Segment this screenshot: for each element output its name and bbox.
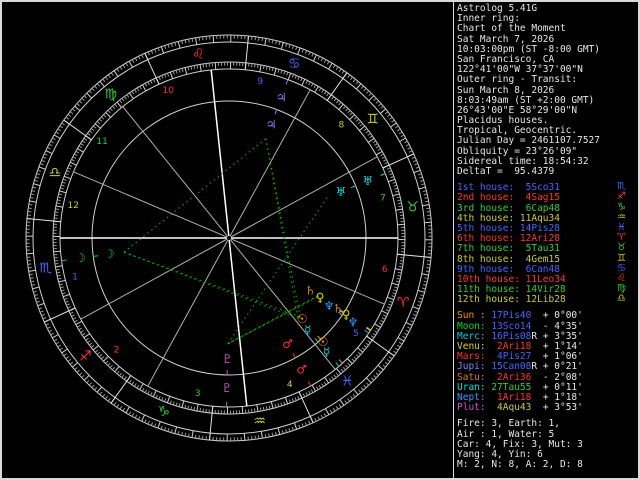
svg-text:☉: ☉	[297, 312, 308, 326]
info-sidebar: Astrolog 5.41G Inner ring: Chart of the …	[457, 3, 636, 476]
svg-text:4: 4	[287, 380, 293, 390]
svg-text:♃: ♃	[276, 90, 287, 104]
svg-text:♈: ♈	[397, 295, 410, 311]
svg-text:♑: ♑	[158, 404, 171, 420]
svg-text:♅: ♅	[362, 174, 373, 188]
svg-text:♐: ♐	[79, 348, 92, 364]
svg-text:7: 7	[380, 194, 386, 204]
planet-label: Plut:	[457, 402, 492, 414]
svg-text:♆: ♆	[324, 299, 335, 313]
summary-line: Fire: 3, Earth: 1,	[457, 418, 560, 430]
svg-text:☽: ☽	[104, 247, 115, 261]
planet-row: Plut: 4Aqu43 + 3°53'	[457, 403, 636, 413]
svg-text:10: 10	[162, 86, 174, 96]
sidebar-divider	[453, 2, 454, 478]
chart-wheel: ♈♉♊♋♌♍♎♏♐♑♒♓123456789101112♆♀♄♅♃☽♇♂☿☉♆♀♄…	[25, 34, 433, 442]
svg-text:♇: ♇	[222, 352, 233, 366]
info-line: DeltaT = 95.4379	[457, 166, 555, 177]
house-row: 12th house: 12Lib28 ♎	[457, 293, 636, 306]
svg-text:♅: ♅	[336, 185, 347, 199]
sign-glyph: ♎	[617, 293, 626, 305]
svg-text:1: 1	[72, 273, 78, 283]
house-list: 1st house: 5Sco31 ♏ 2nd house: 4Sag15 ♐ 3rd …	[457, 181, 636, 306]
svg-text:♄: ♄	[305, 284, 316, 298]
svg-text:♍: ♍	[104, 86, 117, 102]
svg-text:6: 6	[382, 265, 388, 275]
svg-text:♂: ♂	[282, 337, 293, 351]
svg-text:11: 11	[96, 137, 107, 147]
svg-text:12: 12	[67, 201, 78, 211]
planet-list: Sun : 17Pis40 + 0°00' Moon: 13Sco14 - 4°3…	[457, 311, 636, 413]
svg-text:8: 8	[339, 121, 345, 131]
house-label: 12th house:	[457, 294, 526, 306]
svg-text:♂: ♂	[296, 362, 307, 376]
svg-text:♋: ♋	[288, 56, 301, 72]
svg-text:♒: ♒	[253, 414, 266, 430]
astrolog-window: ♈ ♉ ♊ ♋ ♌ ♍ ♎ ♏ ♐ ♑ ♒ ♓ 1 2 3 4 5 6 7 8 9 10 11 12 ♆ ♀ ♄ ♅ ♃ ☽ ♇ ♂ ☿ ☉ ♆ ♀ ♄…	[0, 0, 640, 480]
info-line: Outer ring - Transit:	[457, 74, 578, 86]
svg-text:♀: ♀	[316, 291, 325, 305]
element-summary: Fire: 3, Earth: 1, Air : 1, Water: 5 Car…	[457, 419, 636, 470]
house-cusp-value: 12Lib28	[525, 294, 566, 306]
svg-text:♉: ♉	[406, 199, 419, 215]
svg-text:♇: ♇	[222, 381, 233, 395]
svg-text:☽: ☽	[75, 251, 86, 265]
svg-text:♓: ♓	[341, 374, 354, 390]
chart-area: ♈ ♉ ♊ ♋ ♌ ♍ ♎ ♏ ♐ ♑ ♒ ♓ 1 2 3 4 5 6 7 8 9 10 11 12 ♆ ♀ ♄ ♅ ♃ ☽ ♇ ♂ ☿ ☉ ♆ ♀ ♄…	[2, 2, 454, 478]
svg-text:♃: ♃	[266, 118, 277, 132]
svg-text:☉: ☉	[318, 335, 329, 349]
svg-text:♎: ♎	[49, 165, 62, 181]
svg-text:5: 5	[353, 329, 359, 339]
chart-info: Astrolog 5.41G Inner ring: Chart of the …	[457, 3, 636, 177]
svg-text:3: 3	[195, 389, 201, 399]
planet-position: 4Aqu43	[491, 402, 532, 414]
svg-text:♊: ♊	[366, 112, 379, 128]
planet-latitude: + 3°53'	[537, 402, 583, 414]
svg-text:♌: ♌	[192, 47, 205, 63]
summary-line: M: 2, N: 8, A: 2, D: 8	[457, 459, 583, 471]
svg-text:♏: ♏	[39, 261, 52, 277]
sign-glyph: ♉	[617, 242, 626, 254]
svg-text:9: 9	[257, 77, 263, 87]
svg-text:2: 2	[114, 345, 120, 355]
